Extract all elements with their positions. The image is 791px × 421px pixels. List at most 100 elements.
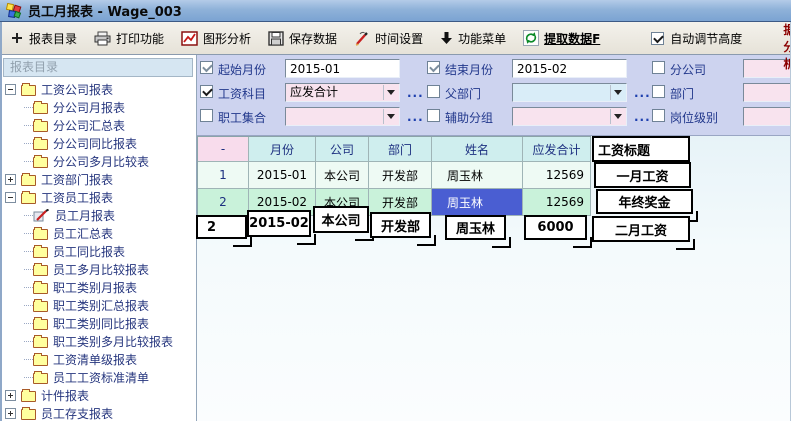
row-number-cell[interactable]: 2 <box>198 189 249 216</box>
wage-item-checkbox[interactable] <box>200 85 213 98</box>
refresh-icon <box>523 30 539 46</box>
tree-item-employee-month-report-selected[interactable]: 员工月报表 <box>0 206 197 224</box>
start-month-input[interactable] <box>285 59 400 78</box>
chevron-down-icon[interactable] <box>387 114 395 123</box>
chevron-down-icon[interactable] <box>387 90 395 99</box>
sidebar-header: 报表目录 <box>3 58 193 77</box>
row-number-cell[interactable]: 1 <box>198 162 249 189</box>
post-level-label: 岗位级别 <box>670 109 718 126</box>
tree-item-salary-list-report[interactable]: 工资清单级报表 <box>0 350 197 368</box>
tree-label: 职工类别月报表 <box>53 279 137 296</box>
wage-title-label-february[interactable]: 二月工资 <box>592 216 690 242</box>
tree-item-branch-multi-month[interactable]: 分公司多月比较表 <box>0 152 197 170</box>
title-bar: 员工月报表 - Wage_003 <box>0 0 791 22</box>
printer-icon <box>94 31 111 46</box>
staff-set-more-button[interactable]: ... <box>407 110 424 124</box>
tree-item-category-multi-month[interactable]: 职工类别多月比较报表 <box>0 332 197 350</box>
tree-item-branch-month-report[interactable]: 分公司月报表 <box>0 98 197 116</box>
edit-dept-box[interactable]: 开发部 <box>370 212 431 238</box>
report-catalog-button[interactable]: 报表目录 <box>10 30 77 47</box>
parent-dept-select[interactable] <box>512 83 627 102</box>
chevron-down-icon[interactable] <box>614 114 622 123</box>
tree-item-employee-yoy[interactable]: 员工同比报表 <box>0 242 197 260</box>
dept-cell[interactable]: 开发部 <box>369 162 432 189</box>
tree-item-branch-yoy[interactable]: 分公司同比报表 <box>0 134 197 152</box>
collapse-icon[interactable] <box>5 84 16 95</box>
dept-label: 部门 <box>670 85 694 102</box>
name-cell-selected[interactable]: 周玉林 <box>432 189 523 216</box>
tree-item-employee-multi-month[interactable]: 员工多月比较报表 <box>0 260 197 278</box>
folder-icon <box>33 319 48 330</box>
function-menu-button[interactable]: 功能菜单 <box>440 30 506 47</box>
edit-name-box[interactable]: 周玉林 <box>445 215 506 240</box>
company-cell[interactable]: 本公司 <box>316 162 369 189</box>
expand-icon[interactable] <box>5 390 16 401</box>
tree-item-piecework-reports[interactable]: 计件报表 <box>0 386 197 404</box>
staff-set-select[interactable] <box>285 107 400 126</box>
staff-set-checkbox[interactable] <box>200 109 213 122</box>
extract-data-button[interactable]: 提取数据F <box>523 30 600 47</box>
post-level-checkbox[interactable] <box>652 109 665 122</box>
aux-group-checkbox[interactable] <box>427 109 440 122</box>
folder-icon <box>33 121 48 132</box>
tree-item-salary-dept-reports[interactable]: 工资部门报表 <box>0 170 197 188</box>
print-button[interactable]: 打印功能 <box>94 30 164 47</box>
tree-label: 分公司汇总表 <box>53 117 125 134</box>
name-cell[interactable]: 周玉林 <box>432 162 523 189</box>
auto-height-toggle[interactable]: 自动调节高度 <box>651 30 742 47</box>
edit-company-box[interactable]: 本公司 <box>313 206 369 233</box>
folder-icon <box>21 175 36 186</box>
dept-input[interactable] <box>743 83 791 102</box>
aux-group-select[interactable] <box>512 107 627 126</box>
post-level-input[interactable] <box>743 107 791 126</box>
report-catalog-sidebar: 报表目录 工资公司报表 分公司月报表 分公司汇总表 分公司同比报表 分公司多月比… <box>0 55 197 421</box>
save-data-button[interactable]: 保存数据 <box>268 30 337 47</box>
tree-item-branch-summary[interactable]: 分公司汇总表 <box>0 116 197 134</box>
chevron-down-icon[interactable] <box>614 90 622 99</box>
result-table: - 月份 公司 部门 姓名 应发合计 1 2015-01 本公司 开发部 周玉林… <box>197 136 591 216</box>
end-month-checkbox[interactable] <box>427 61 440 74</box>
expand-icon[interactable] <box>5 174 16 185</box>
tree-item-salary-employee-reports[interactable]: 工资员工报表 <box>0 188 197 206</box>
wage-item-select[interactable]: 应发合计 <box>285 83 400 102</box>
amount-cell[interactable]: 12569 <box>523 162 591 189</box>
tree-label: 职工类别汇总报表 <box>53 297 149 314</box>
month-cell[interactable]: 2015-01 <box>249 162 316 189</box>
end-month-input[interactable] <box>512 59 627 78</box>
toolbar-label: 图形分析 <box>203 30 251 47</box>
expand-icon[interactable] <box>5 408 16 419</box>
time-settings-button[interactable]: 时间设置 <box>354 30 423 47</box>
tree-label: 职工类别多月比较报表 <box>53 333 173 350</box>
tree-item-employee-deposit-reports[interactable]: 员工存支报表 <box>0 404 197 421</box>
tree-item-category-yoy[interactable]: 职工类别同比报表 <box>0 314 197 332</box>
tree-item-salary-company-reports[interactable]: 工资公司报表 <box>0 80 197 98</box>
wage-item-more-button[interactable]: ... <box>407 86 424 100</box>
collapse-icon[interactable] <box>5 192 16 203</box>
branch-checkbox[interactable] <box>652 61 665 74</box>
wage-item-value: 应发合计 <box>290 85 338 99</box>
edit-pencil-icon <box>33 209 50 222</box>
parent-dept-checkbox[interactable] <box>427 85 440 98</box>
aux-group-label: 辅助分组 <box>445 109 493 126</box>
wage-title-header-box: 工资标题 <box>592 136 690 162</box>
chart-analysis-button[interactable]: 图形分析 <box>181 30 251 47</box>
start-month-checkbox[interactable] <box>200 61 213 74</box>
toolbar-label: 保存数据 <box>289 30 337 47</box>
edit-amount-box[interactable]: 6000 <box>524 215 587 240</box>
window-title: 员工月报表 - Wage_003 <box>28 1 182 20</box>
tree-item-category-summary[interactable]: 职工类别汇总报表 <box>0 296 197 314</box>
parent-dept-more-button[interactable]: ... <box>634 86 651 100</box>
amount-cell[interactable]: 12569 <box>523 189 591 216</box>
edit-month-box[interactable]: 2015-02 <box>247 210 311 237</box>
tree-label: 职工类别同比报表 <box>53 315 149 332</box>
auto-height-label: 自动调节高度 <box>670 30 742 47</box>
tree-item-employee-summary[interactable]: 员工汇总表 <box>0 224 197 242</box>
edit-row-number-box[interactable]: 2 <box>196 215 247 239</box>
checkbox-icon[interactable] <box>651 32 664 45</box>
aux-group-more-button[interactable]: ... <box>634 110 651 124</box>
tree-item-category-month[interactable]: 职工类别月报表 <box>0 278 197 296</box>
report-tree: 工资公司报表 分公司月报表 分公司汇总表 分公司同比报表 分公司多月比较表 工资… <box>0 80 197 421</box>
tree-label: 工资清单级报表 <box>53 351 137 368</box>
tree-item-salary-standard-list[interactable]: 员工工资标准清单 <box>0 368 197 386</box>
dept-checkbox[interactable] <box>652 85 665 98</box>
